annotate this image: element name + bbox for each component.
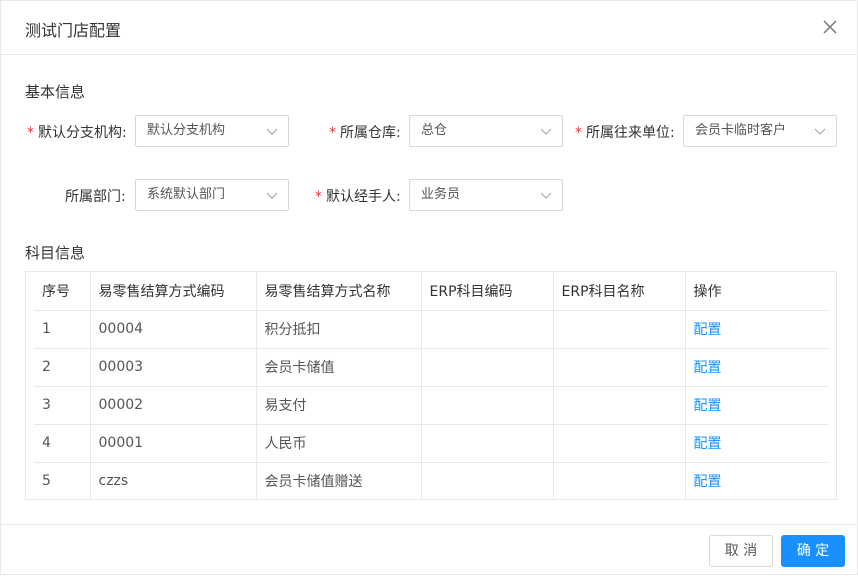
cell-code: 00004 (89, 310, 256, 349)
cell-code: 00002 (89, 386, 256, 425)
required-mark: * (315, 189, 322, 205)
warehouse-select[interactable]: 总仓 (409, 115, 563, 147)
col-header-erp-code: ERP科目编码 (420, 272, 553, 311)
configure-link[interactable]: 配置 (694, 436, 722, 452)
cell-no: 1 (34, 310, 90, 349)
required-mark: * (329, 125, 336, 141)
handler-label: * 默认经手人: (315, 186, 401, 206)
chevron-down-icon (266, 192, 278, 199)
cell-erp-name (552, 462, 685, 500)
handler-select[interactable]: 业务员 (409, 179, 563, 211)
branch-label: * 默认分支机构: (27, 122, 127, 142)
cell-no: 5 (42, 473, 51, 490)
cell-erp-name (552, 386, 685, 425)
department-select[interactable]: 系统默认部门 (135, 179, 289, 211)
warehouse-label-text: 所属仓库: (340, 125, 401, 141)
col-header-code: 易零售结算方式编码 (89, 272, 256, 311)
branch-select[interactable]: 默认分支机构 (135, 115, 289, 147)
department-select-value: 系统默认部门 (147, 187, 226, 202)
confirm-button[interactable]: 确 定 (781, 535, 845, 567)
branch-select-value: 默认分支机构 (147, 123, 226, 138)
dialog-title: 测试门店配置 (25, 21, 122, 40)
cell-erp-code (420, 348, 553, 387)
col-header-erp-name: ERP科目名称 (552, 272, 685, 311)
warehouse-select-value: 总仓 (421, 123, 448, 138)
chevron-down-icon (814, 128, 826, 135)
table-row: 3 00002 易支付 配置 (34, 386, 829, 425)
branch-label-text: 默认分支机构: (38, 125, 127, 141)
cell-name: 人民币 (255, 424, 421, 463)
required-mark: * (575, 125, 582, 141)
cell-erp-code (420, 462, 553, 500)
dialog-footer: 取 消 确 定 (1, 524, 857, 576)
cell-no: 2 (34, 348, 90, 387)
table-row: 4 00001 人民币 配置 (34, 424, 829, 463)
cell-name: 易支付 (255, 386, 421, 425)
chevron-down-icon (266, 128, 278, 135)
configure-link[interactable]: 配置 (694, 474, 722, 490)
cell-erp-name (552, 424, 685, 463)
col-header-action: 操作 (684, 272, 829, 311)
partner-label-text: 所属往来单位: (586, 125, 675, 141)
close-icon[interactable] (821, 18, 839, 36)
subject-table: 序号 易零售结算方式编码 易零售结算方式名称 ERP科目编码 ERP科目名称 操… (34, 272, 829, 500)
cell-name: 会员卡储值 (255, 348, 421, 387)
subject-table-container: 序号 易零售结算方式编码 易零售结算方式名称 ERP科目编码 ERP科目名称 操… (25, 271, 837, 500)
partner-select-value: 会员卡临时客户 (695, 123, 787, 138)
cell-name: 积分抵扣 (255, 310, 421, 349)
cell-no: 3 (34, 386, 90, 425)
cell-erp-code (420, 310, 553, 349)
cell-action: 配置 (684, 424, 829, 463)
configure-link[interactable]: 配置 (694, 360, 722, 376)
table-row: 5 czzs 会员卡储值赠送 配置 (34, 462, 829, 500)
cell-action: 配置 (684, 310, 829, 349)
handler-label-text: 默认经手人: (326, 189, 401, 205)
department-label-text: 所属部门: (65, 189, 126, 205)
cell-action: 配置 (684, 462, 829, 500)
cell-code: 00003 (89, 348, 256, 387)
cell-erp-name (552, 348, 685, 387)
store-config-dialog: 测试门店配置 基本信息 * 默认分支机构: 默认分支机构 * 所属仓库: 总仓 * 所… (0, 0, 858, 575)
cell-action: 配置 (684, 348, 829, 387)
partner-label: * 所属往来单位: (575, 122, 675, 142)
table-header-row: 序号 易零售结算方式编码 易零售结算方式名称 ERP科目编码 ERP科目名称 操… (34, 272, 829, 311)
configure-link[interactable]: 配置 (694, 322, 722, 338)
cell-erp-code (420, 386, 553, 425)
warehouse-label: * 所属仓库: (329, 122, 401, 142)
handler-select-value: 业务员 (421, 187, 461, 202)
basic-info-title: 基本信息 (25, 83, 86, 101)
table-row: 2 00003 会员卡储值 配置 (34, 348, 829, 387)
cell-erp-code (420, 424, 553, 463)
cell-no: 4 (34, 424, 90, 463)
subject-info-title: 科目信息 (25, 244, 86, 262)
cancel-button[interactable]: 取 消 (709, 535, 773, 567)
chevron-down-icon (540, 128, 552, 135)
cell-code: czzs (89, 462, 256, 500)
cell-name: 会员卡储值赠送 (255, 462, 421, 500)
table-row: 1 00004 积分抵扣 配置 (34, 310, 829, 349)
department-label: 所属部门: (65, 186, 126, 206)
dialog-header: 测试门店配置 (1, 1, 857, 55)
col-header-no: 序号 (34, 272, 90, 311)
cell-code: 00001 (89, 424, 256, 463)
cell-erp-name (552, 310, 685, 349)
col-header-name: 易零售结算方式名称 (255, 272, 421, 311)
configure-link[interactable]: 配置 (694, 398, 722, 414)
cell-action: 配置 (684, 386, 829, 425)
chevron-down-icon (540, 192, 552, 199)
partner-select[interactable]: 会员卡临时客户 (683, 115, 837, 147)
required-mark: * (27, 125, 34, 141)
